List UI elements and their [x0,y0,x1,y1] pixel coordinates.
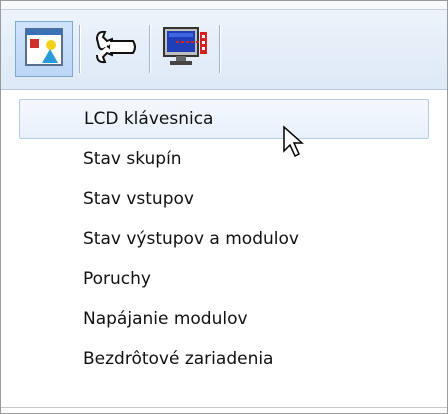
toolbar-button-view[interactable] [15,21,73,77]
menu-item-faults[interactable]: Poruchy [19,259,429,299]
menu-item-group-status[interactable]: Stav skupín [19,139,429,179]
menu-item-label: Stav skupín [83,149,182,169]
menu-window: LCD klávesnica Stav skupín Stav vstupov … [0,0,448,414]
dropdown-menu: LCD klávesnica Stav skupín Stav vstupov … [19,99,429,379]
menu-item-lcd-keypad[interactable]: LCD klávesnica [19,99,429,139]
menu-item-wireless-devices[interactable]: Bezdrôtové zariadenia [19,339,429,379]
toolbar-separator [79,25,80,73]
menu-item-label: Stav výstupov a modulov [83,229,299,249]
toolbar-separator [219,25,220,73]
window-shapes-icon [24,27,64,71]
menu-item-label: Bezdrôtové zariadenia [83,349,274,369]
mouse-cursor-icon [283,125,304,158]
bottom-divider [1,407,447,408]
menu-item-label: Poruchy [83,269,151,289]
toolbar-button-settings[interactable] [87,21,145,77]
menu-item-module-power[interactable]: Napájanie modulov [19,299,429,339]
toolbar-button-monitor[interactable] [157,21,215,77]
menu-item-output-module-status[interactable]: Stav výstupov a modulov [19,219,429,259]
toolbar [1,1,447,90]
menu-item-label: Stav vstupov [83,189,194,209]
monitor-keypad-icon [162,26,210,72]
menu-item-label: Napájanie modulov [83,309,248,329]
toolbar-top-edge [1,1,447,10]
wrench-icon [93,27,139,71]
menu-item-label: LCD klávesnica [84,109,214,129]
toolbar-separator [149,25,150,73]
menu-item-input-status[interactable]: Stav vstupov [19,179,429,219]
